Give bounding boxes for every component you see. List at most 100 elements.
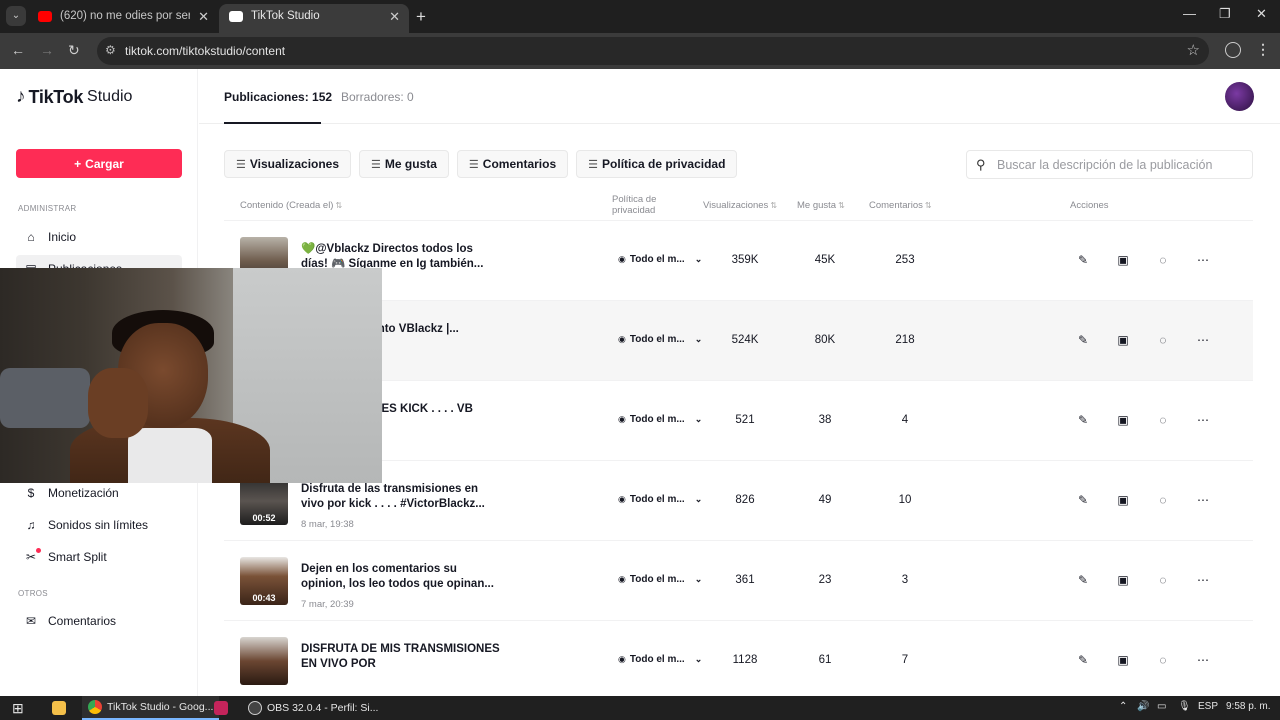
- upload-button[interactable]: + Cargar: [16, 149, 182, 178]
- forward-icon[interactable]: →: [40, 42, 54, 58]
- sidebar-item-smart-split[interactable]: ✂ Smart Split: [16, 543, 182, 571]
- tab-search-button[interactable]: ⌄: [6, 6, 26, 26]
- youtube-icon: [38, 11, 52, 22]
- col-comments[interactable]: Comentarios ⇅: [869, 200, 932, 211]
- privacy-dropdown[interactable]: ◉ Todo el m... ⌄: [618, 494, 702, 505]
- table-row[interactable]: DISFRUTA DE MIS TRANSMISIONES EN VIVO PO…: [224, 621, 1253, 701]
- site-info-icon[interactable]: ⚙: [105, 43, 116, 57]
- privacy-dropdown[interactable]: ◉ Todo el m... ⌄: [618, 574, 702, 585]
- edit-icon[interactable]: ✎: [1073, 490, 1093, 510]
- privacy-dropdown[interactable]: ◉ Todo el m... ⌄: [618, 334, 702, 345]
- insights-icon[interactable]: ▣: [1113, 570, 1133, 590]
- minimize-icon[interactable]: —: [1183, 6, 1196, 21]
- browser-tab-tiktok[interactable]: TikTok Studio ✕: [219, 4, 409, 33]
- browser-menu-icon[interactable]: ⋮: [1256, 41, 1270, 58]
- comment-icon[interactable]: ◌: [1153, 490, 1173, 510]
- search-input[interactable]: [997, 156, 1247, 174]
- speaker-icon[interactable]: 🔊: [1137, 701, 1149, 712]
- video-thumbnail[interactable]: 00:52: [240, 477, 288, 525]
- close-icon[interactable]: ✕: [389, 4, 400, 29]
- insights-icon[interactable]: ▣: [1113, 330, 1133, 350]
- close-icon[interactable]: ✕: [198, 4, 209, 29]
- reload-icon[interactable]: ↻: [68, 42, 80, 59]
- privacy-dropdown[interactable]: ◉ Todo el m... ⌄: [618, 254, 702, 265]
- video-title[interactable]: DISFRUTA DE MIS TRANSMISIONES EN VIVO PO…: [301, 642, 501, 672]
- comment-icon[interactable]: ◌: [1153, 250, 1173, 270]
- sidebar-item-comentarios[interactable]: ✉ Comentarios: [16, 607, 182, 635]
- browser-tab-youtube[interactable]: (620) no me odies por ser herm ✕: [28, 4, 218, 33]
- avatar[interactable]: [1225, 82, 1254, 111]
- views-count: 524K: [731, 334, 759, 346]
- more-icon[interactable]: ⋯: [1193, 570, 1213, 590]
- globe-icon: ◉: [618, 654, 626, 664]
- insights-icon[interactable]: ▣: [1113, 490, 1133, 510]
- sidebar-item-inicio[interactable]: ⌂ Inicio: [16, 223, 182, 251]
- active-tab-indicator: [224, 122, 321, 124]
- taskbar-tiktok[interactable]: [214, 696, 228, 720]
- back-icon[interactable]: ←: [11, 42, 25, 58]
- comment-icon[interactable]: ◌: [1153, 570, 1173, 590]
- url-text[interactable]: tiktok.com/tiktokstudio/content: [125, 44, 285, 58]
- insights-icon[interactable]: ▣: [1113, 250, 1133, 270]
- tray-chevron-icon[interactable]: ⌃: [1119, 701, 1127, 712]
- webcam-background: [0, 368, 90, 428]
- network-icon[interactable]: ▭: [1157, 701, 1166, 712]
- insights-icon[interactable]: ▣: [1113, 650, 1133, 670]
- posts-tabs: Publicaciones: 152 Borradores: 0: [199, 69, 1280, 124]
- video-thumbnail[interactable]: 00:43: [240, 557, 288, 605]
- sidebar-item-sonidos[interactable]: ♫ Sonidos sin límites: [16, 511, 182, 539]
- edit-icon[interactable]: ✎: [1073, 410, 1093, 430]
- maximize-icon[interactable]: ❐: [1219, 6, 1231, 22]
- clock[interactable]: 9:58 p. m.: [1226, 701, 1270, 712]
- chrome-icon: [88, 700, 102, 714]
- col-likes[interactable]: Me gusta ⇅: [797, 200, 845, 211]
- taskbar-obs[interactable]: OBS 32.0.4 - Perfil: Si...: [244, 696, 382, 720]
- more-icon[interactable]: ⋯: [1193, 410, 1213, 430]
- filter-comments-button[interactable]: ☰ Comentarios: [456, 150, 569, 178]
- video-title[interactable]: Dejen en los comentarios su opinion, los…: [301, 562, 501, 592]
- tiktok-studio-logo[interactable]: ♪ TikTok Studio: [16, 86, 132, 108]
- address-bar[interactable]: ⚙ tiktok.com/tiktokstudio/content ☆: [97, 37, 1209, 65]
- new-tab-button[interactable]: +: [416, 7, 426, 27]
- webcam-person-hand: [88, 368, 148, 438]
- video-title[interactable]: Disfruta de las transmisiones en vivo po…: [301, 482, 501, 512]
- tab-borradores[interactable]: Borradores: 0: [341, 90, 414, 104]
- likes-count: 23: [818, 574, 832, 586]
- comment-icon[interactable]: ◌: [1153, 410, 1173, 430]
- insights-icon[interactable]: ▣: [1113, 410, 1133, 430]
- window-close-icon[interactable]: ✕: [1256, 6, 1267, 22]
- more-icon[interactable]: ⋯: [1193, 650, 1213, 670]
- more-icon[interactable]: ⋯: [1193, 490, 1213, 510]
- privacy-value: Todo el m...: [629, 414, 685, 425]
- edit-icon[interactable]: ✎: [1073, 250, 1093, 270]
- table-row[interactable]: 00:43 Dejen en los comentarios su opinio…: [224, 541, 1253, 621]
- col-views[interactable]: Visualizaciones ⇅: [703, 200, 777, 211]
- filter-icon: ☰: [468, 158, 479, 171]
- views-count: 359K: [731, 254, 759, 266]
- filter-views-button[interactable]: ☰ Visualizaciones: [224, 150, 352, 178]
- more-icon[interactable]: ⋯: [1193, 250, 1213, 270]
- edit-icon[interactable]: ✎: [1073, 570, 1093, 590]
- privacy-dropdown[interactable]: ◉ Todo el m... ⌄: [618, 654, 702, 665]
- comment-icon[interactable]: ◌: [1153, 330, 1173, 350]
- tab-publicaciones[interactable]: Publicaciones: 152: [224, 90, 332, 104]
- profile-icon[interactable]: [1225, 42, 1241, 58]
- file-explorer-button[interactable]: [52, 696, 66, 720]
- taskbar-chrome[interactable]: TikTok Studio - Goog...: [82, 696, 220, 720]
- language-indicator[interactable]: ESP: [1198, 701, 1218, 712]
- edit-icon[interactable]: ✎: [1073, 650, 1093, 670]
- bookmark-star-icon[interactable]: ☆: [1187, 41, 1200, 59]
- privacy-dropdown[interactable]: ◉ Todo el m... ⌄: [618, 414, 702, 425]
- more-icon[interactable]: ⋯: [1193, 330, 1213, 350]
- filter-label: Política de privacidad: [602, 157, 726, 171]
- col-content[interactable]: Contenido (Creada el) ⇅: [240, 200, 342, 211]
- mic-icon[interactable]: 🎙: [1178, 701, 1191, 712]
- comment-icon[interactable]: ◌: [1153, 650, 1173, 670]
- sidebar-item-monetizacion[interactable]: $ Monetización: [16, 479, 182, 507]
- globe-icon: ◉: [618, 494, 626, 504]
- filter-privacy-button[interactable]: ☰ Política de privacidad: [576, 150, 738, 178]
- video-thumbnail[interactable]: [240, 637, 288, 685]
- filter-likes-button[interactable]: ☰ Me gusta: [359, 150, 449, 178]
- edit-icon[interactable]: ✎: [1073, 330, 1093, 350]
- start-button[interactable]: ⊞: [12, 696, 24, 720]
